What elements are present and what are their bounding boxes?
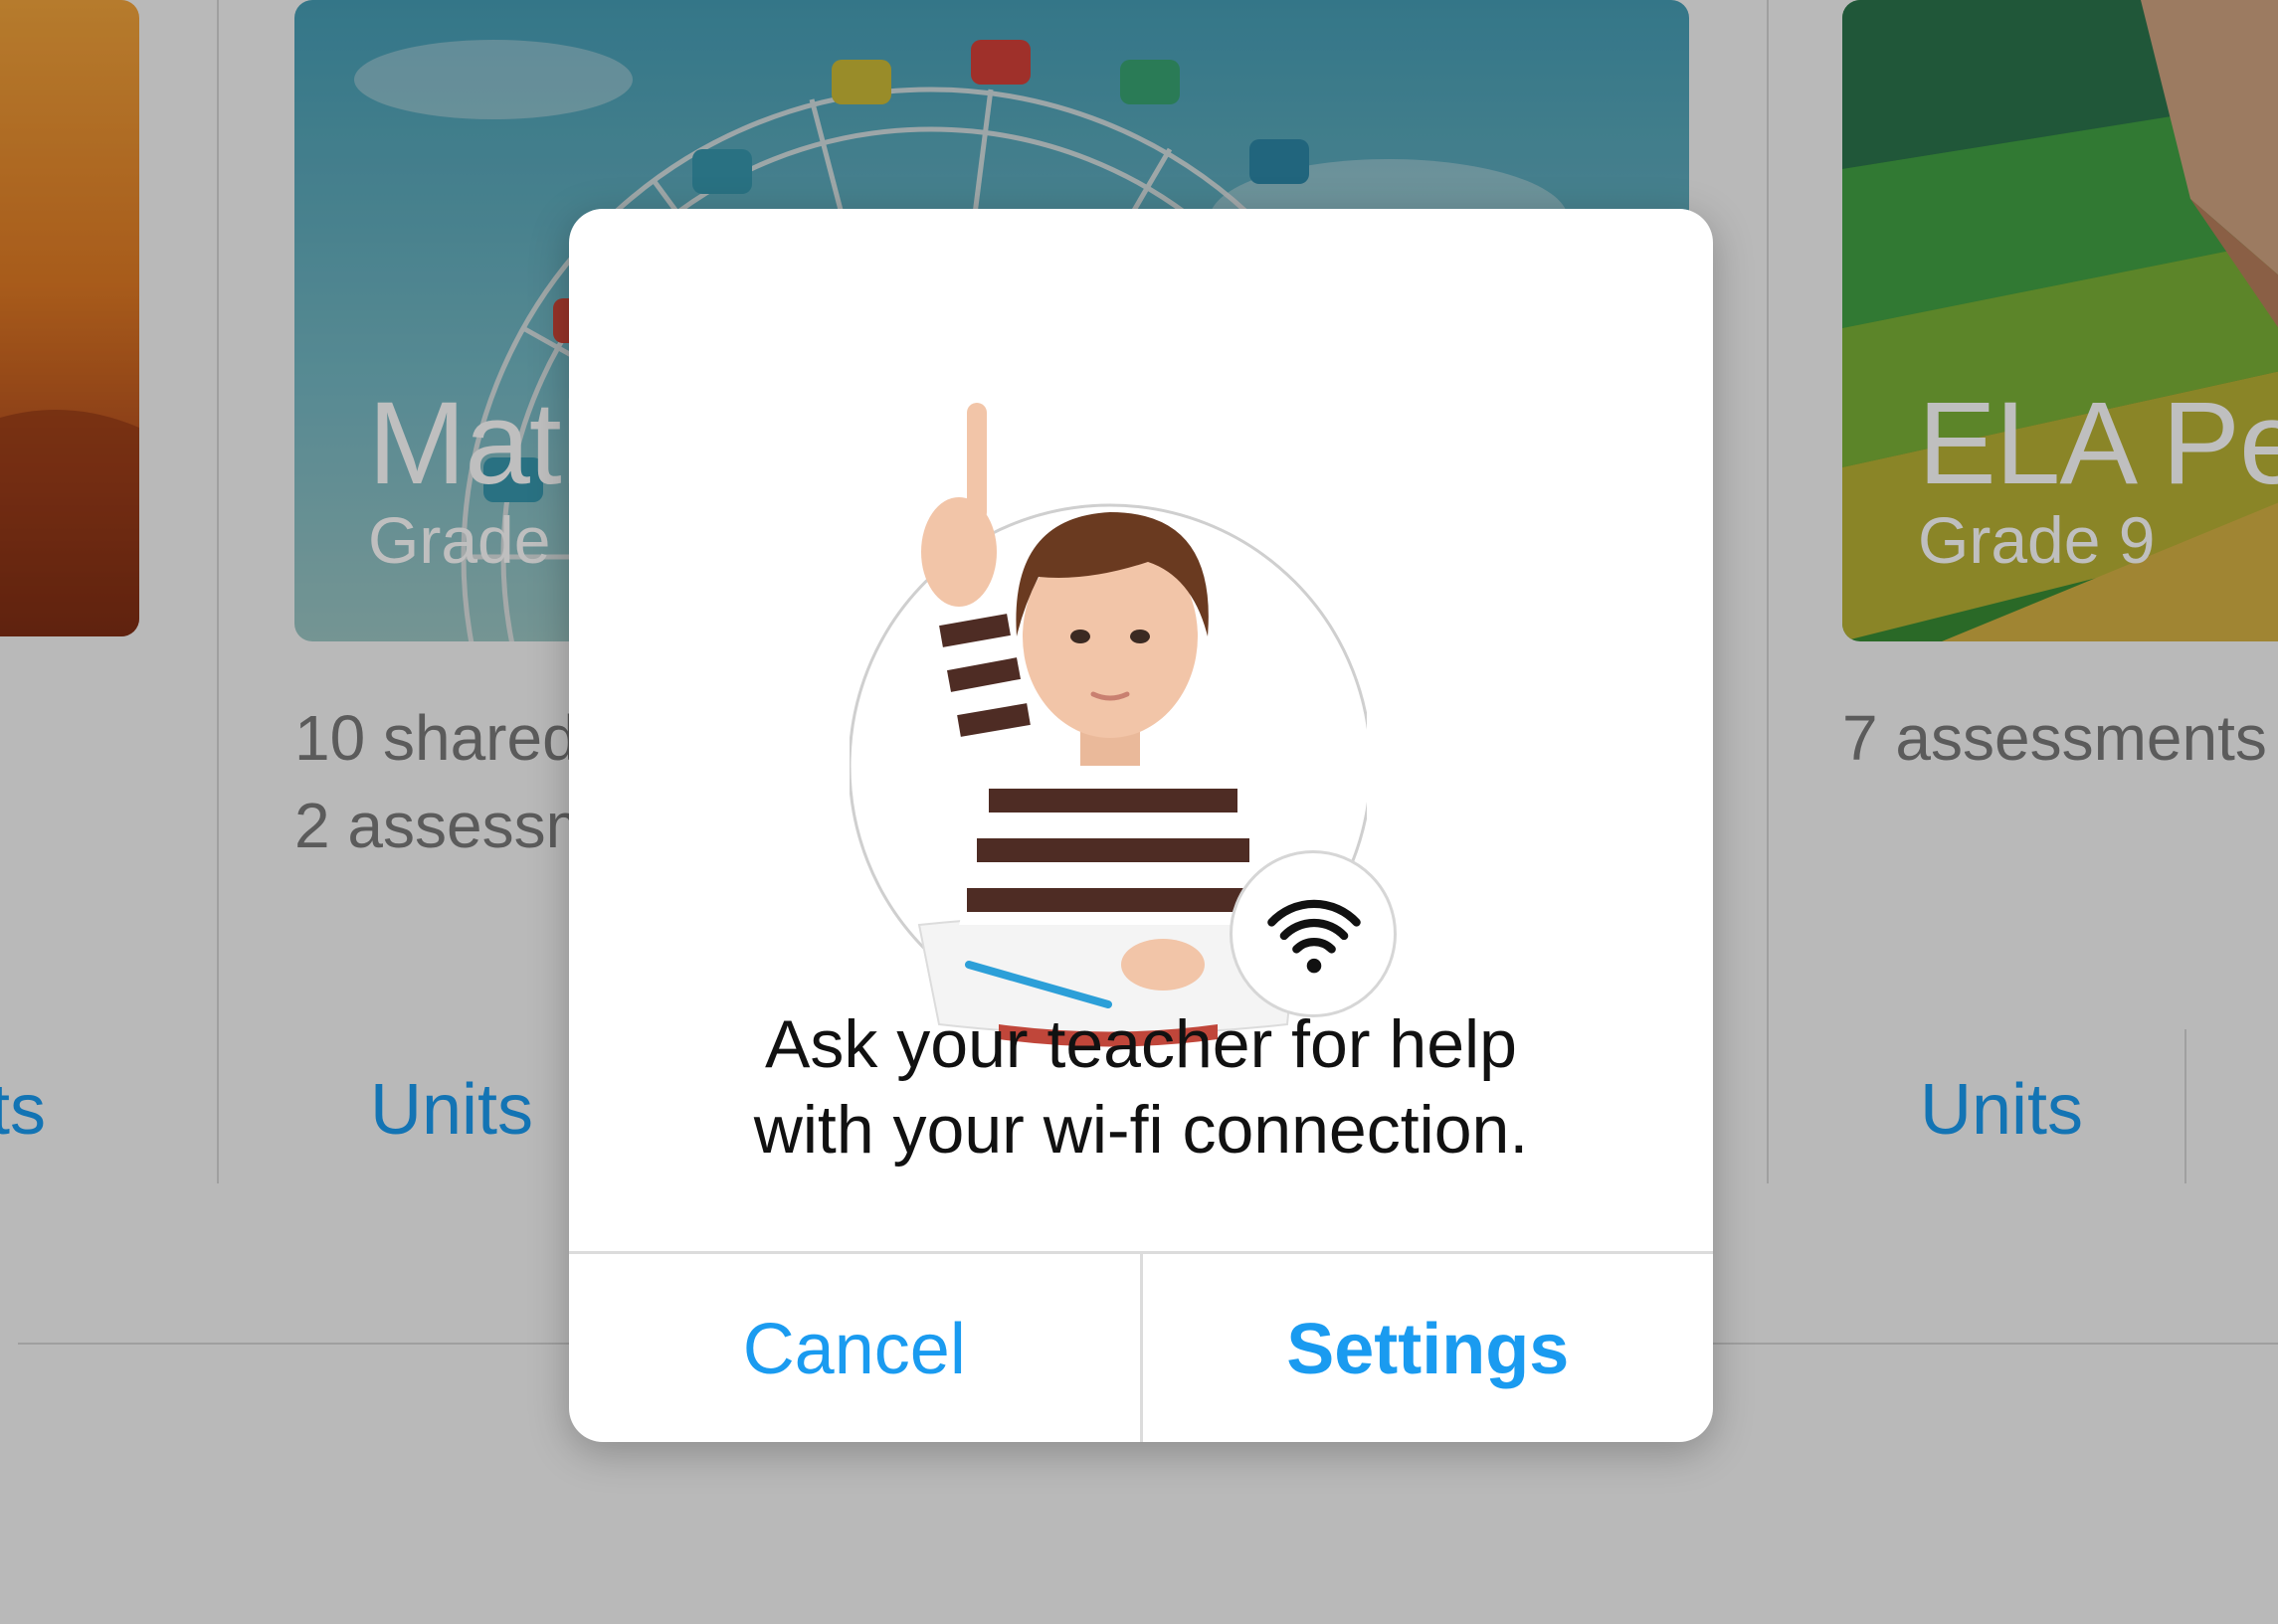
wifi-alert-dialog: Ask your teacher for help with your wi-f… [569, 209, 1713, 1442]
wifi-icon [1267, 899, 1361, 974]
alert-message-line: with your wi-fi connection. [753, 1092, 1529, 1168]
alert-message: Ask your teacher for help with your wi-f… [569, 1001, 1713, 1173]
app-screen: ts Math Grade 10 shared 2 assessm Units … [0, 0, 2278, 1624]
settings-button[interactable]: Settings [1143, 1254, 1714, 1442]
wifi-badge [1230, 850, 1397, 1017]
cancel-button[interactable]: Cancel [569, 1254, 1143, 1442]
alert-button-row: Cancel Settings [569, 1251, 1713, 1442]
alert-message-line: Ask your teacher for help [765, 1006, 1517, 1082]
